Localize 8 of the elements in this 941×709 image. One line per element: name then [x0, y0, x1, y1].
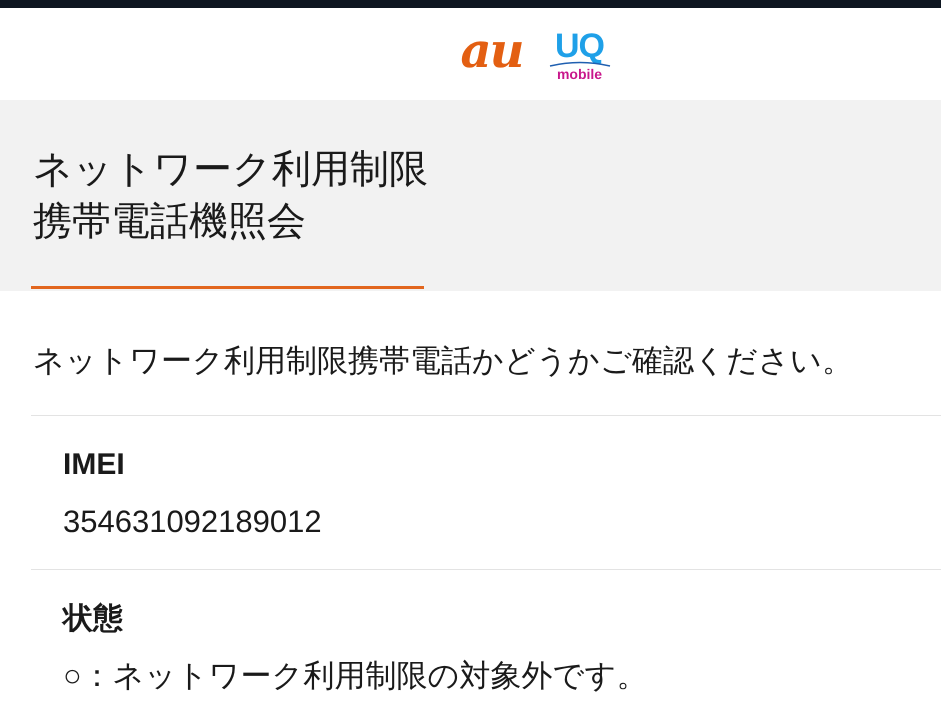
field-value: 354631092189012: [63, 503, 323, 541]
page-title: ネットワーク利用制限 携帯電話機照会: [33, 147, 429, 245]
uq-mobile-logo: UQ mobile: [546, 27, 612, 81]
field-value: ○：ネットワーク利用制限の対象外です。: [63, 657, 649, 695]
field-label: IMEI: [63, 447, 126, 483]
intro-text: ネットワーク利用制限携帯電話かどうかご確認ください。: [33, 342, 854, 380]
au-logo: au: [460, 27, 522, 81]
field-label: 状態: [63, 601, 124, 637]
